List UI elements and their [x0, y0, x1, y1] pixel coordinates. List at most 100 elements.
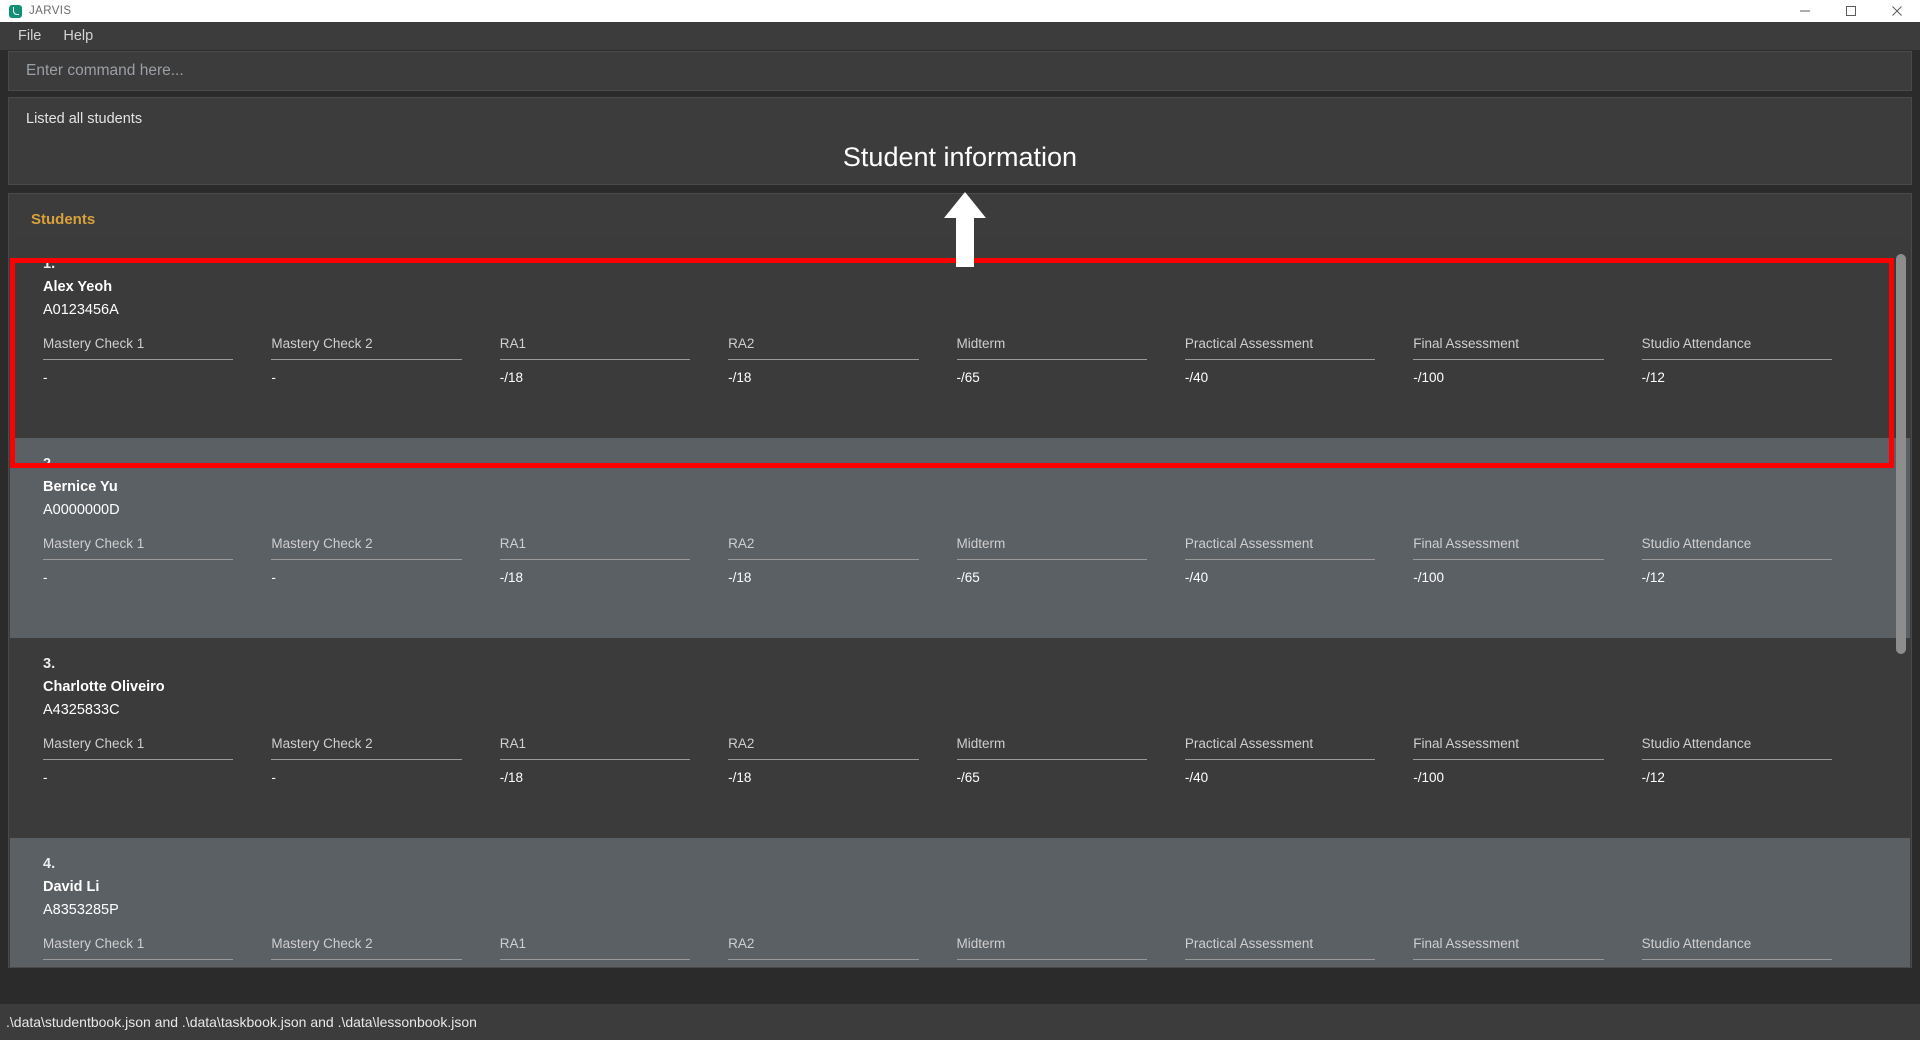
student-name: David Li: [43, 879, 100, 895]
student-grade-table: Mastery Check 1-Mastery Check 2-RA1-/18R…: [43, 736, 1910, 785]
grade-value: -/40: [1184, 370, 1209, 385]
grade-value: -/40: [1184, 770, 1209, 785]
student-index: 4.: [43, 856, 56, 872]
grade-column: Studio Attendance -/12: [1641, 536, 1870, 585]
student-index: 2.: [43, 456, 56, 472]
grade-column-header: Studio Attendance: [1641, 736, 1752, 751]
grade-column: Final Assessment -/100: [1413, 536, 1641, 585]
grade-column-header: RA2: [728, 936, 755, 951]
grade-column-header: Practical Assessment: [1184, 736, 1314, 751]
student-index: 3.: [43, 656, 56, 672]
grade-column: RA1 -/18: [499, 536, 728, 585]
grade-value: -/12: [1641, 570, 1665, 585]
grade-column: Midterm -/65: [956, 336, 1185, 385]
menu-item-help[interactable]: Help: [53, 24, 103, 48]
close-icon[interactable]: [1874, 0, 1920, 22]
status-bar: .\data\studentbook.json and .\data\taskb…: [0, 1004, 1920, 1040]
student-card[interactable]: 3. Charlotte Oliveiro A4325833C Mastery Che…: [10, 638, 1910, 838]
menu-item-file[interactable]: File: [8, 24, 51, 48]
window-title: JARVIS: [29, 5, 72, 17]
student-id: A8353285P: [43, 902, 119, 918]
grade-value: -/100: [1413, 770, 1445, 785]
grade-column-header: Final Assessment: [1413, 536, 1520, 551]
grade-column-header: Mastery Check 2: [271, 336, 373, 351]
grade-column: RA2 -/18: [728, 536, 956, 585]
grade-value: -: [43, 960, 251, 967]
minimize-icon[interactable]: [1782, 0, 1828, 22]
grade-column: Mastery Check 2 -: [271, 536, 499, 585]
command-input-placeholder: Enter command here...: [26, 62, 184, 79]
grade-value: -/100: [1413, 570, 1445, 585]
grade-value: -/65: [956, 770, 980, 785]
grade-column: Studio Attendance -/12: [1641, 736, 1870, 785]
grade-column-header: Studio Attendance: [1641, 536, 1752, 551]
grade-column: RA2 -/18: [728, 936, 956, 967]
grade-value: -/18: [499, 570, 524, 585]
student-list-panel: Students 1. Alex Yeoh A0123456A Mastery Che…: [8, 193, 1912, 968]
grade-value: -: [43, 570, 48, 585]
student-list-title: Students: [31, 211, 96, 228]
grade-column-header: Mastery Check 1: [43, 536, 145, 551]
grade-column-header: Practical Assessment: [1184, 536, 1314, 551]
grade-value: -/12: [1641, 770, 1665, 785]
grade-column: Final Assessment -/100: [1413, 936, 1641, 967]
student-name: Charlotte Oliveiro: [43, 679, 165, 695]
grade-column: Mastery Check 2 -: [271, 936, 499, 967]
grade-value: -/12: [1641, 370, 1665, 385]
grade-column-header: RA1: [499, 336, 527, 351]
grade-value: -/65: [956, 370, 980, 385]
grade-column: Practical Assessment -/40: [1184, 736, 1413, 785]
grade-column-header: Studio Attendance: [1641, 936, 1752, 951]
grade-column: Midterm -/65: [956, 936, 1185, 967]
grade-column: RA1 -/18: [499, 736, 728, 785]
grade-value: -/18: [728, 960, 936, 967]
student-id: A0123456A: [43, 302, 119, 318]
maximize-icon[interactable]: [1828, 0, 1874, 22]
grade-value: -: [43, 370, 48, 385]
student-index: 1.: [43, 256, 56, 272]
grade-column: Practical Assessment -/40: [1184, 936, 1413, 967]
grade-column-header: Midterm: [956, 736, 1006, 751]
grade-column-header: Final Assessment: [1413, 736, 1520, 751]
grade-column-header: RA2: [728, 736, 755, 751]
grade-column-header: Mastery Check 1: [43, 336, 145, 351]
grade-column: RA2 -/18: [728, 336, 956, 385]
student-id: A4325833C: [43, 702, 120, 718]
student-list-scrollbar[interactable]: [1895, 240, 1907, 965]
grade-column: RA2 -/18: [728, 736, 956, 785]
grade-column: Mastery Check 2 -: [271, 736, 499, 785]
grade-column-header: Mastery Check 1: [43, 936, 145, 951]
grade-column-header: RA1: [499, 536, 527, 551]
grade-column-header: Final Assessment: [1413, 936, 1520, 951]
grade-column-header: Mastery Check 1: [43, 736, 145, 751]
grade-column-header: Final Assessment: [1413, 336, 1520, 351]
scrollbar-thumb[interactable]: [1896, 254, 1906, 654]
grade-column-header: RA1: [499, 736, 527, 751]
grade-column: Studio Attendance -/12: [1641, 936, 1870, 967]
student-card[interactable]: 1. Alex Yeoh A0123456A Mastery Check 1- Mast…: [10, 238, 1910, 438]
grade-value: -: [271, 570, 276, 585]
grade-value: -/100: [1413, 370, 1445, 385]
grade-column: Midterm -/65: [956, 536, 1185, 585]
student-card[interactable]: 2. Bernice Yu A0000000D Mastery Check 1- Mas…: [10, 438, 1910, 638]
grade-value: -: [271, 960, 479, 967]
grade-column-header: RA2: [728, 536, 755, 551]
student-name: Bernice Yu: [43, 479, 118, 495]
grade-value: -/12: [1642, 960, 1850, 967]
grade-value: -/40: [1184, 570, 1209, 585]
student-card[interactable]: 4.David LiA8353285PMastery Check 1-Maste…: [10, 838, 1910, 967]
window-titlebar: JARVIS: [0, 0, 1920, 22]
grade-column: Final Assessment -/100: [1413, 736, 1641, 785]
student-card-list: 1. Alex Yeoh A0123456A Mastery Check 1- Mast…: [9, 238, 1911, 967]
grade-value: -/65: [956, 570, 980, 585]
grade-value: -: [271, 370, 276, 385]
grade-value: -/18: [728, 770, 752, 785]
command-input[interactable]: Enter command here...: [8, 51, 1912, 91]
grade-column: Studio Attendance -/12: [1641, 336, 1870, 385]
student-grade-table: Mastery Check 1-Mastery Check 2-RA1-/18R…: [43, 536, 1910, 585]
grade-value: -/18: [728, 370, 752, 385]
grade-column-header: Mastery Check 2: [271, 936, 373, 951]
titlebar-left-group: JARVIS: [0, 4, 72, 18]
student-id: A0000000D: [43, 502, 120, 518]
grade-value: -/18: [500, 960, 708, 967]
